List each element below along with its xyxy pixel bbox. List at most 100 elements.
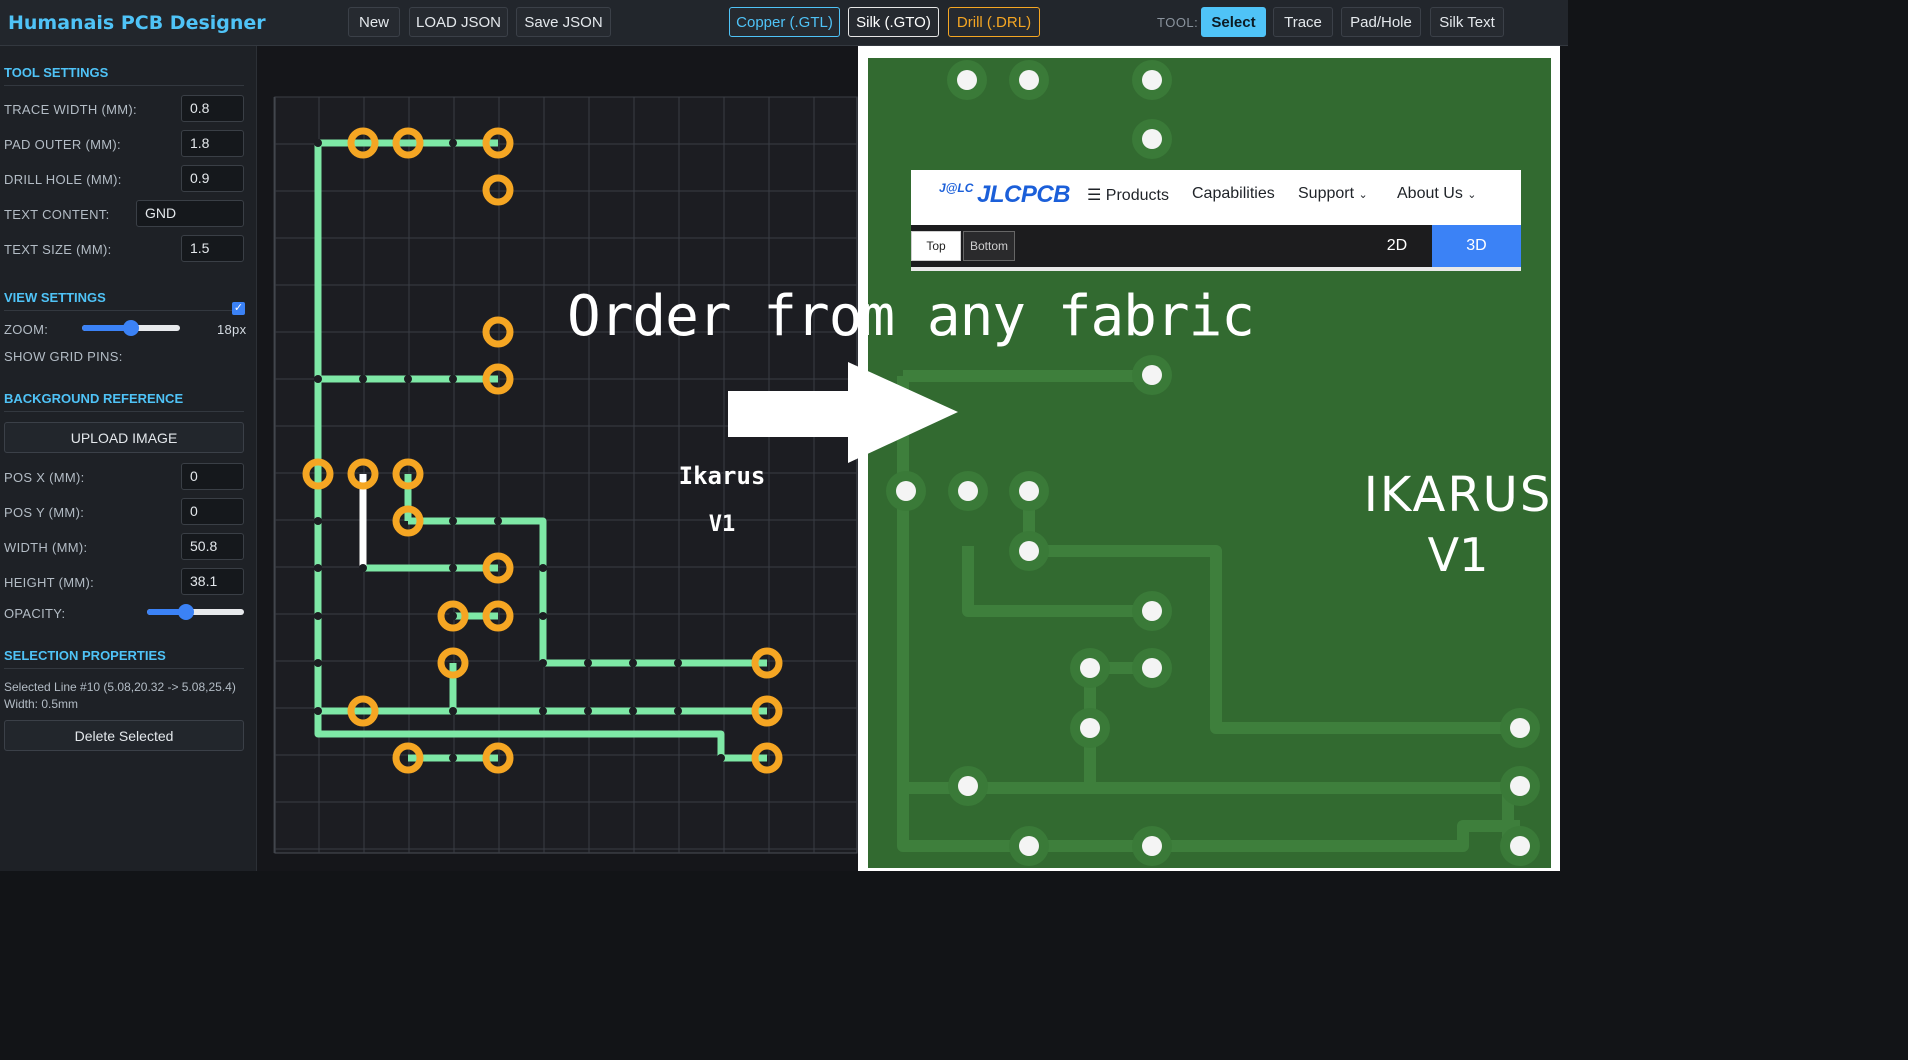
pos-y-input[interactable]: 0 xyxy=(181,498,244,525)
board-3d-drill-hole xyxy=(1080,718,1100,738)
tool-pad-hole-button[interactable]: Pad/Hole xyxy=(1341,7,1421,37)
support-label: Support xyxy=(1298,185,1355,202)
width-label: WIDTH (MM): xyxy=(4,540,88,555)
jlcpcb-products-menu[interactable]: ☰ Products xyxy=(1087,185,1169,205)
trace-vertex xyxy=(449,612,457,620)
jlcpcb-support-menu[interactable]: Support ⌄ xyxy=(1298,185,1368,203)
layer-silk-button[interactable]: Silk (.GTO) xyxy=(848,7,939,37)
background-reference-heading: BACKGROUND REFERENCE xyxy=(4,391,244,412)
trace-vertex xyxy=(404,375,412,383)
load-json-button[interactable]: LOAD JSON xyxy=(409,7,508,37)
text-size-input[interactable]: 1.5 xyxy=(181,235,244,262)
settings-sidebar: TOOL SETTINGS TRACE WIDTH (MM): 0.8 PAD … xyxy=(0,46,257,871)
pos-x-input[interactable]: 0 xyxy=(181,463,244,490)
text-content-input[interactable]: GND xyxy=(136,200,244,227)
trace-vertex xyxy=(449,517,457,525)
board-3d-drill-hole xyxy=(1142,365,1162,385)
grid-pins-label: SHOW GRID PINS: xyxy=(4,349,123,364)
jlcpcb-navbar: J@LC JLCPCB ☰ Products Capabilities Supp… xyxy=(911,170,1521,225)
view-3d-button[interactable]: 3D xyxy=(1432,225,1521,267)
layer-drill-button[interactable]: Drill (.DRL) xyxy=(948,7,1040,37)
overlay-headline: Order from any fabric xyxy=(567,284,1255,349)
tool-trace-button[interactable]: Trace xyxy=(1273,7,1333,37)
selection-width-line: Width: 0.5mm xyxy=(4,697,79,711)
grid-pins-checkbox[interactable]: ✓ xyxy=(232,302,245,315)
zoom-value: 18px xyxy=(217,322,247,337)
trace-vertex xyxy=(314,517,322,525)
trace-vertex xyxy=(314,707,322,715)
trace-vertex xyxy=(674,707,682,715)
zoom-slider[interactable] xyxy=(82,320,180,336)
pos-x-label: POS X (MM): xyxy=(4,470,85,485)
trace-vertex xyxy=(539,659,547,667)
width-input[interactable]: 50.8 xyxy=(181,533,244,560)
height-label: HEIGHT (MM): xyxy=(4,575,95,590)
silk-text-line1[interactable]: Ikarus xyxy=(679,462,766,490)
board-3d-drill-hole xyxy=(1510,718,1530,738)
zoom-slider-knob[interactable] xyxy=(123,320,139,336)
trace-vertex xyxy=(359,375,367,383)
board-3d-drill-hole xyxy=(1142,601,1162,621)
board-3d-drill-hole xyxy=(1080,658,1100,678)
trace-vertex xyxy=(539,564,547,572)
tool-silk-text-button[interactable]: Silk Text xyxy=(1430,7,1504,37)
trace-vertex xyxy=(584,707,592,715)
opacity-label: OPACITY: xyxy=(4,606,66,621)
drill-hole-input[interactable]: 0.9 xyxy=(181,165,244,192)
view-2d-button[interactable]: 2D xyxy=(1362,225,1432,267)
trace-vertex xyxy=(449,564,457,572)
opacity-slider[interactable] xyxy=(147,604,244,620)
trace-vertex xyxy=(717,754,725,762)
side-top-button[interactable]: Top xyxy=(911,231,961,261)
tool-label: TOOL: xyxy=(1157,15,1199,30)
trace-vertex xyxy=(314,375,322,383)
pad-outer-input[interactable]: 1.8 xyxy=(181,130,244,157)
board-3d-drill-hole xyxy=(1142,658,1162,678)
height-input[interactable]: 38.1 xyxy=(181,568,244,595)
pad-outer-label: PAD OUTER (MM): xyxy=(4,137,121,152)
upload-image-button[interactable]: UPLOAD IMAGE xyxy=(4,422,244,453)
board-3d-drill-hole xyxy=(1019,836,1039,856)
silk-text-line2[interactable]: V1 xyxy=(709,512,736,537)
tool-settings-heading: TOOL SETTINGS xyxy=(4,65,244,86)
trace-vertex xyxy=(359,564,367,572)
trace-vertex xyxy=(314,139,322,147)
board-3d-drill-hole xyxy=(958,481,978,501)
arrow-right-icon xyxy=(728,362,958,463)
trace-width-input[interactable]: 0.8 xyxy=(181,95,244,122)
opacity-slider-knob[interactable] xyxy=(177,604,194,620)
board-3d-drill-hole xyxy=(1142,70,1162,90)
chevron-down-icon: ⌄ xyxy=(1467,189,1477,201)
layer-copper-button[interactable]: Copper (.GTL) xyxy=(729,7,840,37)
trace-vertex xyxy=(449,707,457,715)
pos-y-label: POS Y (MM): xyxy=(4,505,85,520)
trace-vertex xyxy=(494,517,502,525)
trace-vertex xyxy=(449,139,457,147)
board-3d-drill-hole xyxy=(1142,129,1162,149)
zoom-label: ZOOM: xyxy=(4,322,49,337)
board-3d-drill-hole xyxy=(1019,541,1039,561)
delete-selected-button[interactable]: Delete Selected xyxy=(4,720,244,751)
board-3d-drill-hole xyxy=(1019,70,1039,90)
tool-select-button[interactable]: Select xyxy=(1201,7,1266,37)
products-label: Products xyxy=(1105,187,1169,204)
side-bottom-button[interactable]: Bottom xyxy=(963,231,1015,261)
trace-vertex xyxy=(449,754,457,762)
jlcpcb-about-menu[interactable]: About Us ⌄ xyxy=(1397,185,1476,203)
jlcpcb-view-bar: Top Bottom 2D 3D xyxy=(911,225,1521,271)
trace-vertex xyxy=(314,612,322,620)
selection-info-line: Selected Line #10 (5.08,20.32 -> 5.08,25… xyxy=(4,680,236,694)
board-3d-drill-hole xyxy=(1510,776,1530,796)
trace-vertex xyxy=(539,707,547,715)
board-3d-drill-hole xyxy=(896,481,916,501)
about-label: About Us xyxy=(1397,185,1463,202)
new-button[interactable]: New xyxy=(348,7,400,37)
jlcpcb-logo-badge: J@LC xyxy=(939,181,974,195)
trace-vertex xyxy=(629,659,637,667)
jlcpcb-capabilities-menu[interactable]: Capabilities xyxy=(1192,185,1275,203)
board-3d-silk-line1: IKARUS xyxy=(1364,467,1553,523)
jlcpcb-logo[interactable]: JLCPCB xyxy=(977,181,1071,209)
save-json-button[interactable]: Save JSON xyxy=(516,7,611,37)
board-3d-drill-hole xyxy=(957,70,977,90)
board-3d-drill-hole xyxy=(958,776,978,796)
